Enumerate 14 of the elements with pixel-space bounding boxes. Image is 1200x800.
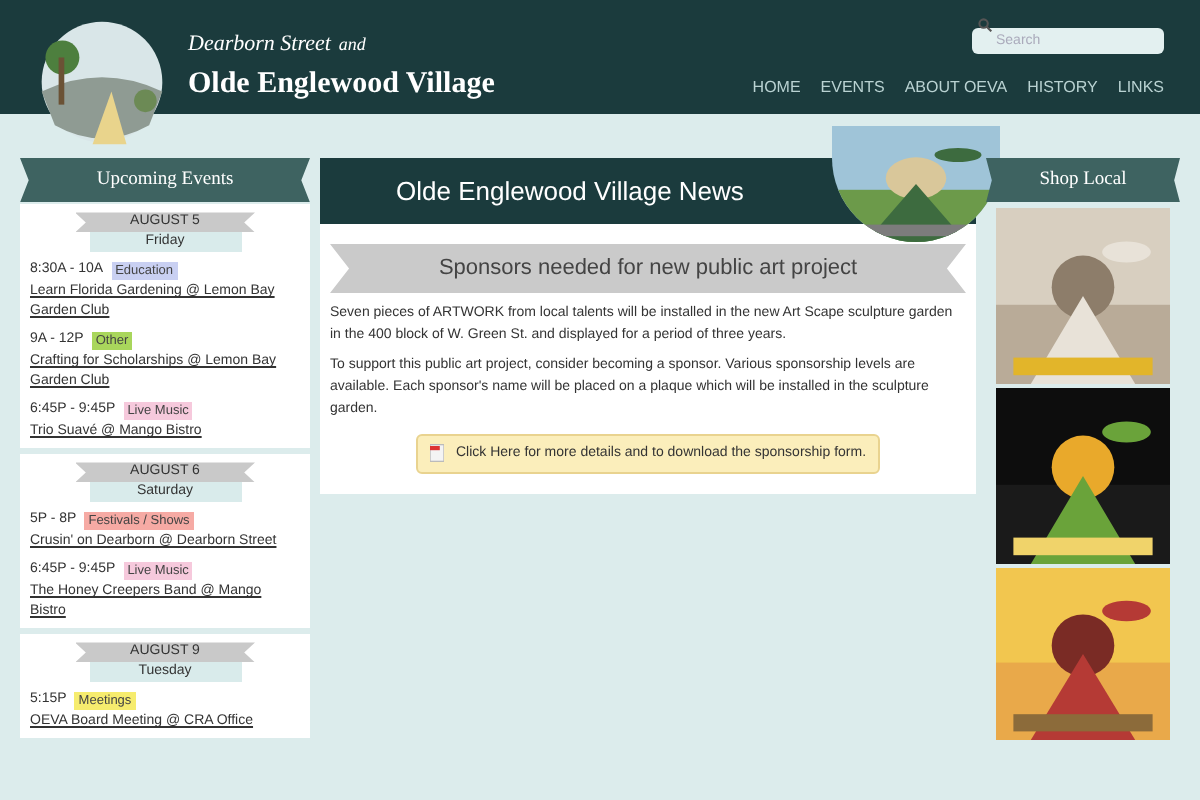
site-tagline-suffix: and — [338, 32, 366, 58]
shop-header: Shop Local — [986, 158, 1180, 203]
events-header: Upcoming Events — [20, 158, 310, 203]
nav-link[interactable]: HISTORY — [1027, 76, 1098, 100]
news-title: Olde Englewood Village News — [396, 173, 744, 210]
nav-link[interactable]: EVENTS — [820, 76, 885, 100]
headline-banner: Sponsors needed for new public art project — [330, 244, 966, 293]
search-icon — [978, 18, 992, 32]
pdf-icon — [429, 444, 444, 463]
site-tagline: Dearborn Street — [188, 30, 331, 60]
nav-link[interactable]: HOME — [752, 76, 801, 100]
nav-link[interactable]: ABOUT OEVA — [904, 76, 1008, 100]
nav-link[interactable]: LINKS — [1117, 76, 1164, 100]
site-title: Olde Englewood Village — [188, 65, 495, 103]
